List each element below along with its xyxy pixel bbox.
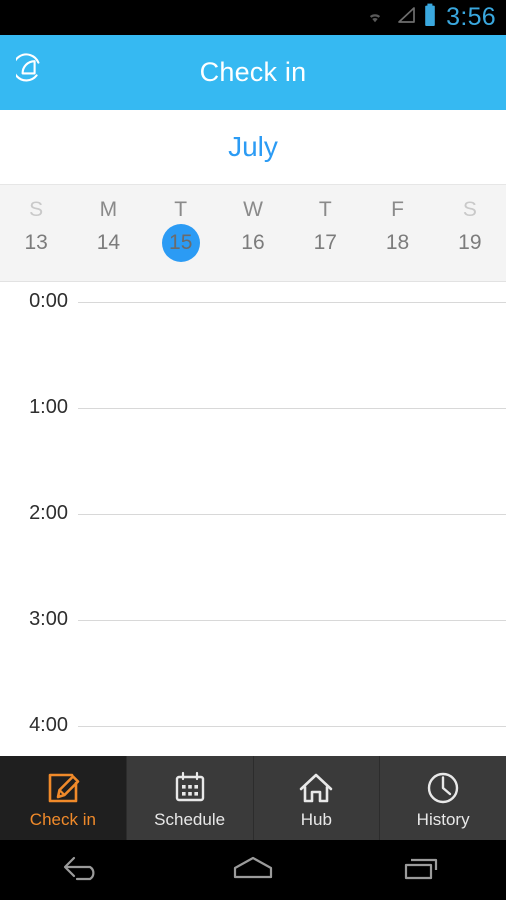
day-number[interactable]: 18: [379, 224, 417, 262]
app-root: 3:56 Check in July S 13 M 14 T 15 W 16 T 17 F 18 S 19…: [0, 0, 506, 900]
grid-hour-label: 3:00: [29, 607, 68, 630]
wifi-icon: [362, 5, 388, 30]
day-cell-15[interactable]: T 15: [145, 198, 217, 263]
tab-hub[interactable]: Hub: [253, 756, 381, 840]
grid-hour-line: [78, 725, 506, 727]
calendar-icon: [169, 768, 211, 808]
grid-hour-label: 4:00: [29, 713, 68, 736]
day-number[interactable]: 16: [234, 224, 272, 262]
grid-hour-line: [78, 513, 506, 515]
grid-hour-line: [78, 619, 506, 621]
tab-schedule[interactable]: Schedule: [126, 756, 254, 840]
day-number[interactable]: 19: [451, 224, 489, 262]
tab-label: Check in: [29, 810, 96, 829]
tab-label: Hub: [300, 810, 332, 829]
battery-icon: [423, 3, 437, 32]
home-button[interactable]: [169, 851, 338, 890]
clock-icon: [422, 768, 464, 808]
day-letter: T: [318, 198, 332, 221]
tab-label: Schedule: [154, 810, 226, 829]
status-bar: 3:56: [0, 0, 506, 35]
grid-hour-line: [78, 407, 506, 409]
back-button[interactable]: [0, 851, 169, 890]
day-letter: T: [174, 198, 188, 221]
week-strip: S 13 M 14 T 15 W 16 T 17 F 18 S 19: [0, 184, 506, 282]
day-cell-16[interactable]: W 16: [217, 198, 289, 262]
day-letter: W: [243, 198, 263, 221]
home-pentagon-icon: [225, 851, 281, 890]
schedule-time-grid[interactable]: 0:00 1:00 2:00 3:00 4:00: [0, 282, 506, 756]
grid-hour-label: 1:00: [29, 395, 68, 418]
day-cell-13[interactable]: S 13: [0, 198, 72, 262]
grid-hour-label: 2:00: [29, 501, 68, 524]
home-icon: [295, 768, 337, 808]
tab-history[interactable]: History: [380, 756, 506, 840]
month-label: July: [228, 131, 278, 162]
recents-button[interactable]: [337, 851, 506, 890]
day-number[interactable]: 13: [17, 224, 55, 262]
day-letter: M: [99, 198, 118, 221]
recents-squares-icon: [394, 851, 450, 890]
back-arrow-icon: [56, 851, 112, 890]
day-cell-18[interactable]: F 18: [361, 198, 433, 262]
day-number[interactable]: 14: [89, 224, 127, 262]
note-pencil-icon: [42, 768, 84, 808]
day-number-selected[interactable]: 15: [161, 224, 200, 263]
day-cell-14[interactable]: M 14: [72, 198, 144, 262]
month-header[interactable]: July: [0, 110, 506, 184]
day-letter: S: [462, 198, 477, 221]
day-cell-17[interactable]: T 17: [289, 198, 361, 262]
grid-hour-line: [78, 301, 506, 303]
system-navigation-bar: [0, 840, 506, 900]
status-icon-group: [362, 3, 437, 32]
signal-icon: [395, 5, 416, 30]
tab-check-in[interactable]: Check in: [0, 756, 127, 840]
day-number[interactable]: 17: [306, 224, 344, 262]
day-letter: F: [391, 198, 404, 221]
page-title: Check in: [199, 57, 307, 87]
day-cell-19[interactable]: S 19: [434, 198, 506, 262]
status-time: 3:56: [446, 3, 496, 31]
day-letter: S: [29, 198, 44, 221]
pie-chart-icon[interactable]: [14, 51, 58, 95]
app-bar: Check in: [0, 35, 506, 110]
grid-hour-label: 0:00: [29, 289, 68, 312]
tab-label: History: [416, 810, 470, 829]
bottom-tab-bar: Check in Schedule Hub History: [0, 756, 506, 840]
